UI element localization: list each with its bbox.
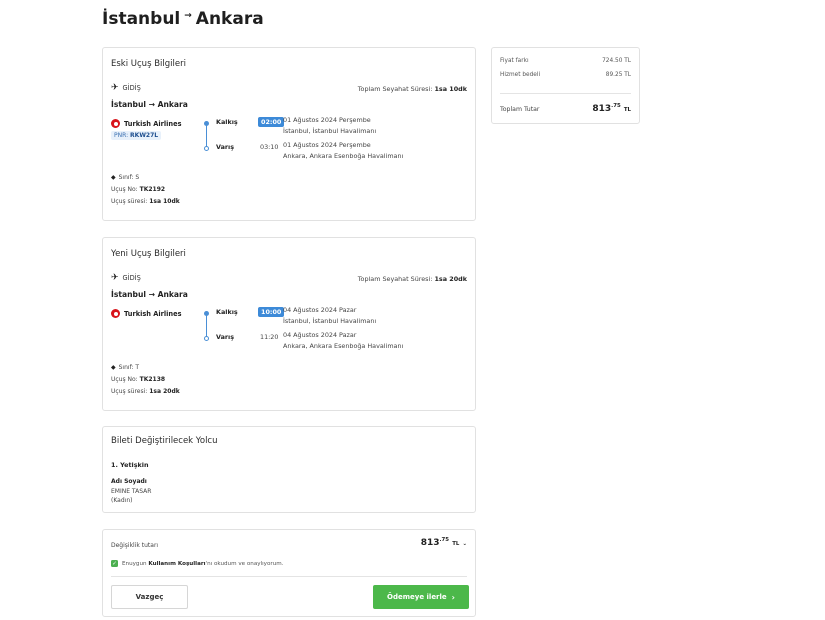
direction-label: ✈ GİDİŞ xyxy=(111,273,141,283)
passenger-card: Bileti Değiştirilecek Yolcu 1. Yetişkin … xyxy=(102,426,476,513)
arrival-label: Varış xyxy=(216,143,235,151)
arrival-label: Varış xyxy=(216,333,235,341)
arrival-time: 03:10 xyxy=(260,143,279,151)
summary-divider xyxy=(500,93,631,94)
airline: Turkish Airlines xyxy=(111,119,182,128)
departure-date: 04 Ağustos 2024 Pazar xyxy=(283,306,357,314)
passenger-title: Bileti Değiştirilecek Yolcu xyxy=(111,436,218,446)
arrival-airport: Ankara, Ankara Esenboğa Havalimanı xyxy=(283,342,404,350)
page-title: İstanbul → Ankara xyxy=(102,9,264,29)
tag-icon: ◆ xyxy=(111,174,116,181)
turkish-airlines-logo-icon xyxy=(111,119,120,128)
title-destination: Ankara xyxy=(195,9,264,29)
terms-link[interactable]: Kullanım Koşulları xyxy=(148,561,205,567)
cabin-class: ◆ Sınıf: T xyxy=(111,364,140,371)
timeline-end-dot xyxy=(204,146,209,151)
timeline-end-dot xyxy=(204,336,209,341)
flight-duration: Uçuş süresi: 1sa 10dk xyxy=(111,198,180,205)
service-fee-row: Hizmet bedeli 89.25 TL xyxy=(500,72,631,78)
route-label: İstanbul → Ankara xyxy=(111,100,188,109)
divider xyxy=(111,576,467,577)
cancel-button[interactable]: Vazgeç xyxy=(111,585,188,609)
flight-duration: Uçuş süresi: 1sa 20dk xyxy=(111,388,180,395)
timeline-line xyxy=(206,125,208,147)
checkout-card: Değişiklik tutarı 813.75 TL ⌄ ✓ Enuygun … xyxy=(102,529,476,617)
pnr-badge: PNR: RKW27L xyxy=(111,131,162,140)
plane-icon: ✈ xyxy=(111,273,119,283)
arrival-airport: Ankara, Ankara Esenboğa Havalimanı xyxy=(283,152,404,160)
cabin-class: ◆ Sınıf: S xyxy=(111,174,140,181)
departure-time: 10:00 xyxy=(258,307,285,317)
arrival-date: 01 Ağustos 2024 Perşembe xyxy=(283,141,371,149)
arrival-time: 11:20 xyxy=(260,333,279,341)
departure-airport: İstanbul, İstanbul Havalimanı xyxy=(283,317,377,325)
price-summary: Fiyat farkı 724.50 TL Hizmet bedeli 89.2… xyxy=(491,47,640,124)
total-amount-row: Toplam Tutar 813.75 TL xyxy=(500,103,631,114)
arrow-right-icon: → xyxy=(184,11,192,21)
terms-checkbox[interactable]: ✓ xyxy=(111,560,118,567)
new-flight-title: Yeni Uçuş Bilgileri xyxy=(111,249,186,259)
passenger-type: 1. Yetişkin xyxy=(111,461,149,469)
chevron-down-icon[interactable]: ⌄ xyxy=(462,541,467,547)
passenger-name: EMINE TASAR xyxy=(111,488,152,495)
proceed-payment-button[interactable]: Ödemeye ilerle › xyxy=(373,585,469,609)
title-origin: İstanbul xyxy=(102,9,181,29)
change-amount-label: Değişiklik tutarı xyxy=(111,542,159,549)
flight-number: Uçuş No: TK2192 xyxy=(111,186,166,193)
chevron-right-icon: › xyxy=(451,592,455,602)
departure-label: Kalkış xyxy=(216,118,238,126)
new-flight-card: Yeni Uçuş Bilgileri ✈ GİDİŞ Toplam Seyah… xyxy=(102,237,476,411)
route-label: İstanbul → Ankara xyxy=(111,290,188,299)
departure-date: 01 Ağustos 2024 Perşembe xyxy=(283,116,371,124)
passenger-name-label: Adı Soyadı xyxy=(111,478,147,485)
timeline-line xyxy=(206,315,208,337)
change-amount[interactable]: 813.75 TL ⌄ xyxy=(421,537,467,548)
direction-label: ✈ GİDİŞ xyxy=(111,83,141,93)
flight-number: Uçuş No: TK2138 xyxy=(111,376,166,383)
departure-time: 02:00 xyxy=(258,117,285,127)
tag-icon: ◆ xyxy=(111,364,116,371)
old-flight-card: Eski Uçuş Bilgileri ✈ GİDİŞ Toplam Seyah… xyxy=(102,47,476,221)
departure-airport: İstanbul, İstanbul Havalimanı xyxy=(283,127,377,135)
airline: Turkish Airlines xyxy=(111,309,182,318)
departure-label: Kalkış xyxy=(216,308,238,316)
total-travel-time: Toplam Seyahat Süresi: 1sa 10dk xyxy=(357,85,467,93)
total-travel-time: Toplam Seyahat Süresi: 1sa 20dk xyxy=(357,275,467,283)
arrival-date: 04 Ağustos 2024 Pazar xyxy=(283,331,357,339)
passenger-gender: (Kadın) xyxy=(111,497,133,504)
terms-row: ✓ Enuygun Kullanım Koşulları'nı okudum v… xyxy=(111,560,284,567)
old-flight-title: Eski Uçuş Bilgileri xyxy=(111,59,186,69)
turkish-airlines-logo-icon xyxy=(111,309,120,318)
total-amount: 813.75 TL xyxy=(592,103,631,114)
fare-difference-row: Fiyat farkı 724.50 TL xyxy=(500,58,631,64)
plane-icon: ✈ xyxy=(111,83,119,93)
